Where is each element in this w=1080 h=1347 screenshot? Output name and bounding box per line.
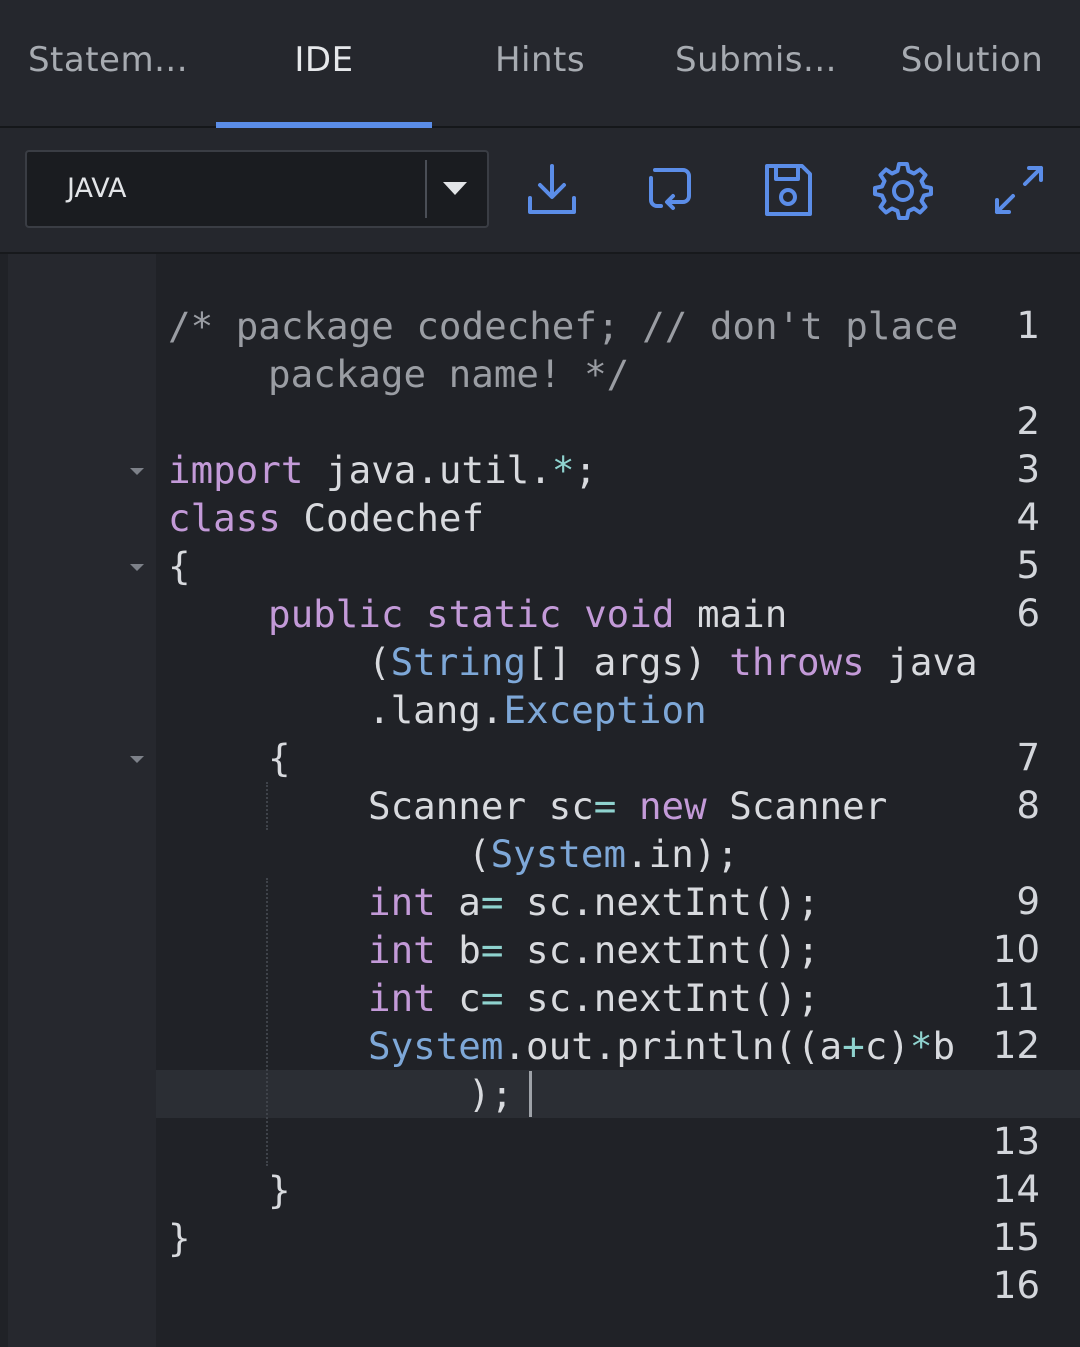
editor-toolbar: JAVA <box>0 128 1080 254</box>
fullscreen-button[interactable] <box>987 158 1051 222</box>
code-token: .in); <box>626 832 739 876</box>
keyword-token: int <box>368 976 436 1020</box>
tab-solution[interactable]: Solution <box>864 0 1080 126</box>
code-token: .lang. <box>368 688 504 732</box>
chevron-down-icon[interactable] <box>443 182 467 195</box>
code-token: b <box>932 1024 956 1068</box>
code-line-3: import java.util.*; <box>168 446 597 494</box>
text-cursor <box>529 1071 532 1117</box>
save-icon <box>765 164 812 216</box>
language-selected-value: JAVA <box>67 173 127 204</box>
fold-arrow-icon[interactable] <box>130 564 144 571</box>
fold-arrow-icon[interactable] <box>130 468 144 475</box>
code-token: [] args) <box>526 640 730 684</box>
language-select[interactable]: JAVA <box>25 150 489 228</box>
code-token: c) <box>864 1024 910 1068</box>
code-line-1-wrap: package name! */ <box>268 350 629 398</box>
operator-token: + <box>842 1024 865 1068</box>
settings-icon <box>873 162 933 220</box>
code-token: sc.nextInt(); <box>503 928 820 972</box>
code-line-8: Scanner sc= new Scanner <box>368 782 887 830</box>
tab-hints[interactable]: Hints <box>432 0 648 126</box>
save-button[interactable] <box>756 158 820 222</box>
code-editor[interactable]: 1 2 3 4 5 6 7 8 9 10 11 12 13 14 15 16 /… <box>8 254 1080 1347</box>
code-line-1: /* package codechef; // don't place <box>168 302 958 350</box>
keyword-token: public <box>268 592 404 636</box>
keyword-token: new <box>638 784 707 828</box>
reset-icon <box>649 168 691 210</box>
tab-submissions[interactable]: Submis... <box>648 0 864 126</box>
code-line-5: { <box>168 542 191 590</box>
code-area[interactable]: /* package codechef; // don't place pack… <box>168 254 1080 1347</box>
code-token: Scanner <box>706 784 888 828</box>
operator-token: = <box>480 928 504 972</box>
reset-button[interactable] <box>637 158 701 222</box>
code-line-14: } <box>268 1166 291 1214</box>
code-line-9: int a= sc.nextInt(); <box>368 878 820 926</box>
tab-statement[interactable]: Statem... <box>0 0 216 126</box>
fullscreen-icon <box>995 166 1043 214</box>
type-token: Exception <box>503 688 707 732</box>
code-token: } <box>268 1168 291 1212</box>
tab-ide[interactable]: IDE <box>216 0 432 128</box>
code-token: java.util. <box>303 448 552 492</box>
type-token: System <box>368 1024 504 1068</box>
code-line-4: class Codechef <box>168 494 484 542</box>
code-token: { <box>168 544 191 588</box>
code-token: java <box>864 640 978 684</box>
keyword-token: throws <box>729 640 865 684</box>
keyword-token: int <box>368 928 436 972</box>
type-token: String <box>390 640 527 684</box>
comment-token: /* package codechef; // don't place <box>168 304 959 348</box>
code-line-6-wrap-2: .lang.Exception <box>368 686 707 734</box>
code-line-12-wrap: ); <box>468 1070 513 1118</box>
code-token: Scanner sc <box>368 784 594 828</box>
tab-bar: Statem... IDE Hints Submis... Solution <box>0 0 1080 128</box>
code-token: } <box>168 1216 191 1260</box>
type-token: System <box>490 832 627 876</box>
code-token: .out.println((a <box>503 1024 843 1068</box>
download-icon <box>528 164 576 214</box>
code-line-12: System.out.println((a+c)*b <box>368 1022 955 1070</box>
code-token: { <box>268 736 291 780</box>
fold-arrow-icon[interactable] <box>130 756 144 763</box>
code-token: ( <box>468 832 491 876</box>
operator-token: = <box>480 976 504 1020</box>
code-token: Codechef <box>280 496 485 540</box>
settings-button[interactable] <box>871 158 935 222</box>
code-token: b <box>435 928 481 972</box>
code-line-11: int c= sc.nextInt(); <box>368 974 820 1022</box>
keyword-token: void <box>584 592 675 636</box>
code-token: c <box>435 976 481 1020</box>
keyword-token: import <box>168 448 304 492</box>
keyword-token: int <box>368 880 436 924</box>
operator-token: = <box>480 880 504 924</box>
code-token: sc.nextInt(); <box>503 880 820 924</box>
operator-token: * <box>909 1024 933 1068</box>
code-line-15: } <box>168 1214 191 1262</box>
line-number-gutter <box>8 254 156 1347</box>
code-line-10: int b= sc.nextInt(); <box>368 926 820 974</box>
keyword-token: class <box>168 496 281 540</box>
code-token: main <box>674 592 788 636</box>
code-token: ( <box>368 640 391 684</box>
code-token: sc.nextInt(); <box>503 976 820 1020</box>
code-token: a <box>435 880 481 924</box>
operator-token: * <box>551 448 575 492</box>
code-token: ); <box>468 1072 514 1116</box>
select-divider <box>425 160 427 218</box>
download-button[interactable] <box>520 158 584 222</box>
code-line-6-wrap: (String[] args) throws java <box>368 638 978 686</box>
operator-token: = <box>593 784 617 828</box>
code-line-7: { <box>268 734 291 782</box>
code-token: ; <box>574 448 597 492</box>
code-line-6: public static void main <box>268 590 787 638</box>
keyword-token: static <box>426 592 562 636</box>
comment-token: package name! */ <box>268 352 630 396</box>
code-line-8-wrap: (System.in); <box>468 830 739 878</box>
